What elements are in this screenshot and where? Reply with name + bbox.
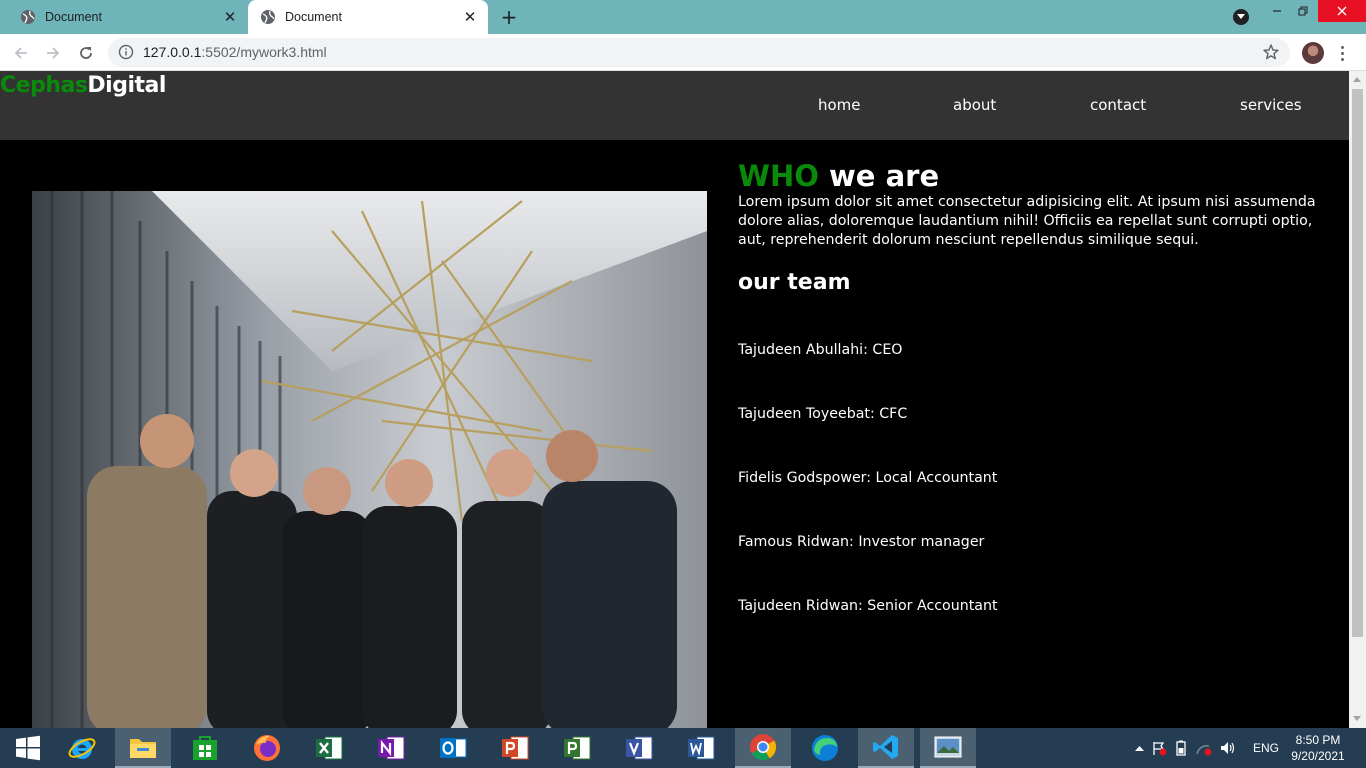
clock-date: 9/20/2021 [1291,749,1345,763]
browser-menu-icon[interactable] [1336,42,1348,64]
about-paragraph: Lorem ipsum dolor sit amet consectetur a… [738,194,1316,248]
nav-contact-link[interactable]: contact [1090,96,1146,114]
vscode-icon[interactable] [858,728,914,768]
language-indicator[interactable]: ENG [1253,741,1279,755]
profile-avatar[interactable] [1302,42,1324,64]
windows-start-icon[interactable] [0,728,56,768]
team-member: Famous Ridwan: Investor manager [738,534,985,550]
team-member: Tajudeen Ridwan: Senior Accountant [738,598,998,614]
globe-icon [20,9,36,25]
network-icon[interactable] [1192,740,1216,756]
visio-icon[interactable] [611,728,667,768]
browser-tab-strip: Document ✕ Document ✕ + [0,0,1366,34]
chevron-up-icon[interactable] [1130,745,1148,751]
globe-icon [260,9,276,25]
internet-explorer-icon[interactable] [54,728,110,768]
team-member: Fidelis Godspower: Local Accountant [738,470,998,486]
logo-green-text: Cephas [0,73,88,98]
url-path: :5502/mywork3.html [201,44,327,60]
edge-icon[interactable] [797,728,853,768]
bookmark-star-icon[interactable] [1262,43,1280,61]
browser-toolbar: 127.0.0.1:5502/mywork3.html [0,34,1366,71]
browser-tab-1[interactable]: Document ✕ [8,0,248,34]
team-photo [32,191,707,728]
heading-white-text: we are [818,159,940,193]
excel-icon[interactable] [301,728,357,768]
system-tray: ENG [1130,728,1279,768]
windows-taskbar: ENG 8:50 PM 9/20/2021 [0,728,1366,768]
new-tab-button[interactable]: + [499,5,519,29]
page-viewport: CephasDigital home about contact service… [0,71,1349,728]
scrollbar-thumb[interactable] [1352,89,1363,637]
about-section: WHO we are Lorem ipsum dolor sit amet co… [738,159,1338,614]
powerpoint-icon[interactable] [487,728,543,768]
tab-title: Document [45,10,102,24]
photos-icon[interactable] [920,728,976,768]
address-bar[interactable]: 127.0.0.1:5502/mywork3.html [108,38,1290,67]
file-explorer-icon[interactable] [115,728,171,768]
logo-white-text: Digital [87,73,166,98]
url-host: 127.0.0.1 [143,44,202,60]
site-info-icon[interactable] [118,44,134,60]
onenote-icon[interactable] [363,728,419,768]
firefox-icon[interactable] [239,728,295,768]
minimize-button[interactable] [1266,0,1288,22]
tab-search-icon[interactable] [1233,9,1249,25]
url-text: 127.0.0.1:5502/mywork3.html [143,44,327,60]
nav-services-link[interactable]: services [1240,96,1302,114]
restore-button[interactable] [1292,0,1314,22]
close-window-button[interactable] [1318,0,1366,22]
site-logo[interactable]: CephasDigital [0,73,166,98]
who-we-are-heading: WHO we are [738,159,1338,193]
microsoft-store-icon[interactable] [177,728,233,768]
project-icon[interactable] [549,728,605,768]
clock-time: 8:50 PM [1295,733,1341,747]
volume-icon[interactable] [1216,740,1238,756]
team-member: Tajudeen Abullahi: CEO [738,342,903,358]
outlook-icon[interactable] [425,728,481,768]
scroll-down-arrow[interactable] [1353,716,1361,721]
close-tab-icon[interactable]: ✕ [462,9,478,26]
nav-about-link[interactable]: about [953,96,996,114]
forward-button[interactable] [42,42,64,64]
tab-title: Document [285,10,342,24]
nav-home-link[interactable]: home [818,96,861,114]
reload-button[interactable] [75,42,97,64]
chrome-icon[interactable] [735,728,791,768]
clock[interactable]: 8:50 PM 9/20/2021 [1283,732,1353,764]
heading-green-text: WHO [738,159,819,193]
scroll-up-arrow[interactable] [1353,77,1361,82]
page-scrollbar[interactable] [1349,71,1366,728]
flag-alert-icon[interactable] [1148,740,1170,756]
word-icon[interactable] [673,728,729,768]
team-member: Tajudeen Toyeebat: CFC [738,406,908,422]
back-button[interactable] [10,42,32,64]
browser-tab-2[interactable]: Document ✕ [248,0,488,34]
site-navbar: CephasDigital home about contact service… [0,71,1349,140]
battery-icon[interactable] [1170,740,1192,756]
close-tab-icon[interactable]: ✕ [222,9,238,26]
our-team-heading: our team [738,270,851,295]
